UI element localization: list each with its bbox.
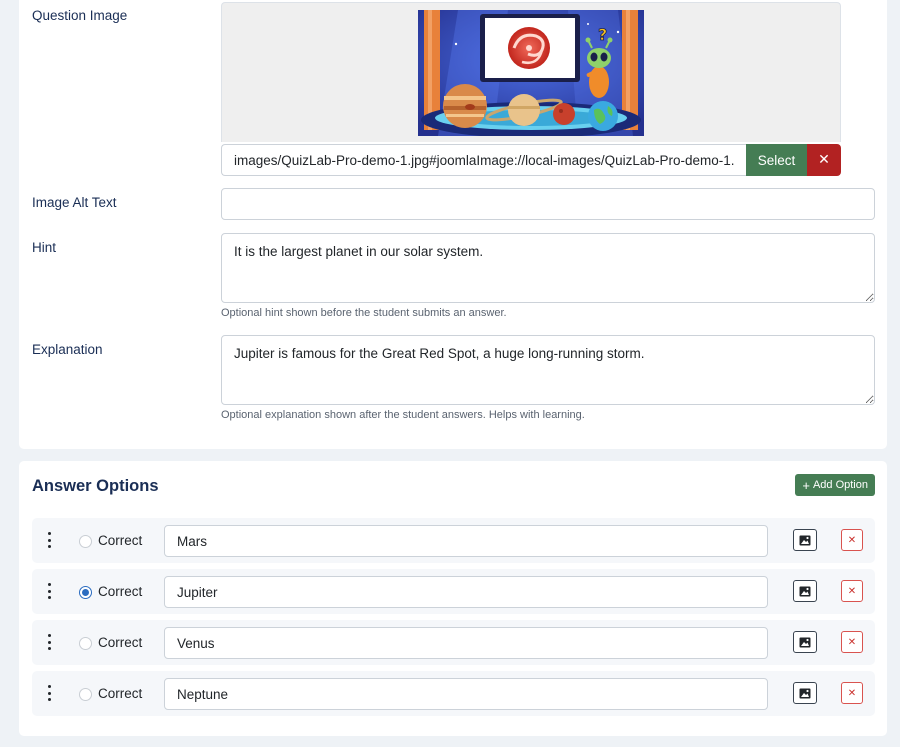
image-path-row: Select ✕ [221,144,841,176]
correct-label: Correct [98,635,143,650]
answer-row: Correct ✕ [32,671,875,716]
svg-text:?: ? [598,25,607,44]
delete-answer-button[interactable]: ✕ [841,682,863,704]
add-option-label: Add Option [812,479,868,491]
correct-radio[interactable] [79,586,92,599]
correct-label: Correct [98,584,143,599]
close-icon: ✕ [847,585,857,597]
answer-image-button[interactable] [793,580,817,602]
image-icon [799,688,811,698]
answer-options-card: Answer Options + Add Option Correct✕Corr… [19,461,887,736]
image-alt-text-label: Image Alt Text [32,195,117,210]
hint-label: Hint [32,240,57,255]
close-icon: ✕ [847,636,857,648]
correct-label: Correct [98,686,143,701]
answer-text-input[interactable] [164,576,768,608]
correct-radio[interactable] [79,535,92,548]
plus-icon: + [802,477,810,493]
add-option-button[interactable]: + Add Option [795,474,875,496]
delete-answer-button[interactable]: ✕ [841,631,863,653]
question-image-label: Question Image [32,8,128,23]
quiz-illustration-icon: ? [418,10,644,136]
hint-help-text: Optional hint shown before the student s… [221,307,507,319]
answer-text-input[interactable] [164,525,768,557]
answer-row: Correct ✕ [32,518,875,563]
question-card: Question Image ? images/QuizLab-Pro-demo… [19,0,887,449]
question-image-preview: ? [221,2,841,142]
answer-text-input[interactable] [164,627,768,659]
answer-image-button[interactable] [793,631,817,653]
delete-answer-button[interactable]: ✕ [841,529,863,551]
image-path-input[interactable] [221,144,746,176]
answer-row: Correct ✕ [32,620,875,665]
explanation-help-text: Optional explanation shown after the stu… [221,409,585,421]
question-image: ? [418,10,644,136]
answer-options-title: Answer Options [32,477,159,495]
delete-answer-button[interactable]: ✕ [841,580,863,602]
close-icon: ✕ [847,687,857,699]
close-icon: ✕ [847,534,857,546]
select-image-button[interactable]: Select [746,144,807,176]
drag-handle-icon[interactable] [46,634,52,650]
image-icon [799,586,811,596]
answer-image-button[interactable] [793,529,817,551]
correct-radio[interactable] [79,688,92,701]
explanation-textarea[interactable]: Jupiter is famous for the Great Red Spot… [221,335,875,405]
answer-text-input[interactable] [164,678,768,710]
image-icon [799,637,811,647]
image-alt-text-input[interactable] [221,188,875,220]
explanation-label: Explanation [32,342,103,357]
hint-textarea[interactable]: It is the largest planet in our solar sy… [221,233,875,303]
answer-image-button[interactable] [793,682,817,704]
drag-handle-icon[interactable] [46,685,52,701]
answer-row: Correct ✕ [32,569,875,614]
correct-radio[interactable] [79,637,92,650]
correct-label: Correct [98,533,143,548]
drag-handle-icon[interactable] [46,583,52,599]
image-icon [799,535,811,545]
drag-handle-icon[interactable] [46,532,52,548]
clear-image-button[interactable]: ✕ [807,144,841,176]
